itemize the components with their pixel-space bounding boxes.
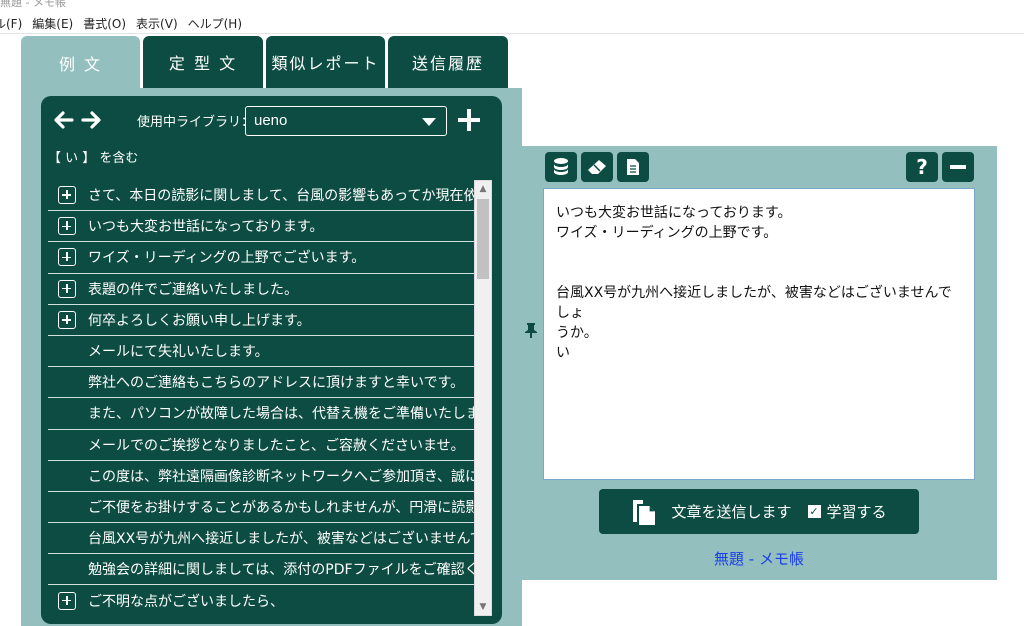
list-item[interactable]: いつも大変お世話になっております。 xyxy=(48,211,474,243)
expand-plus-icon[interactable] xyxy=(58,310,76,329)
list-item[interactable]: メールでのご挨拶となりましたこと、ご容赦くださいませ。 xyxy=(48,430,474,461)
list-item[interactable]: ご不便をお掛けすることがあるかもしれませんが、円滑に読影頂 xyxy=(48,492,474,524)
menu-file[interactable]: ル(F) xyxy=(0,15,22,32)
scroll-down-icon[interactable]: ▼ xyxy=(475,599,491,615)
forward-arrow-icon[interactable] xyxy=(81,109,103,136)
question-icon: ? xyxy=(916,155,928,179)
list-item[interactable]: さて、本日の読影に関しまして、台風の影響もあってか現在依 xyxy=(48,180,474,212)
expand-plus-icon[interactable] xyxy=(58,279,76,298)
list-item[interactable]: また、パソコンが故障した場合は、代替え機をご準備いたします xyxy=(48,398,474,430)
list-item[interactable]: 勉強会の詳細に関しましては、添付のPDFファイルをご確認く xyxy=(48,554,474,586)
menu-help[interactable]: ヘルプ(H) xyxy=(188,15,242,32)
database-icon xyxy=(554,158,568,175)
list-item[interactable]: メールにて失礼いたします。 xyxy=(48,336,474,368)
send-button-label: 文章を送信します xyxy=(671,503,792,521)
list-item[interactable]: ご不明な点がございましたら、 xyxy=(48,585,474,616)
menu-edit[interactable]: 編集(E) xyxy=(32,15,73,32)
scroll-up-icon[interactable]: ▲ xyxy=(475,181,491,197)
message-editor[interactable]: いつも大変お世話になっております。 ワイズ・リーディングの上野です。 台風XX号… xyxy=(543,188,975,480)
list-item[interactable]: 表題の件でご連絡いたしました。 xyxy=(48,274,474,305)
tab-example-sentences[interactable]: 例 文 xyxy=(21,36,140,90)
expand-plus-icon[interactable] xyxy=(58,591,76,610)
document-button[interactable] xyxy=(617,152,649,182)
minimize-button[interactable] xyxy=(942,152,974,182)
help-button[interactable]: ? xyxy=(906,152,938,182)
expand-plus-icon[interactable] xyxy=(58,186,76,205)
document-icon xyxy=(627,159,639,175)
back-arrow-icon[interactable] xyxy=(52,109,74,136)
list-item[interactable]: 台風XX号が九州へ接近しましたが、被害などはございませんで xyxy=(48,523,474,555)
tab-similar-reports[interactable]: 類似レポート xyxy=(266,36,385,88)
phrase-list-scrollbar[interactable]: ▲ ▼ xyxy=(474,180,492,616)
phrase-list: さて、本日の読影に関しまして、台風の影響もあってか現在依 いつも大変お世話になっ… xyxy=(48,180,474,616)
filter-label: 【 い 】 を含む xyxy=(48,151,139,166)
learn-checkbox[interactable]: ✓ xyxy=(807,505,821,518)
learn-label: 学習する xyxy=(826,503,887,521)
chevron-down-icon xyxy=(422,118,436,126)
expand-plus-icon[interactable] xyxy=(58,248,76,267)
list-item[interactable]: ワイズ・リーディングの上野でございます。 xyxy=(48,242,474,274)
library-select[interactable]: ueno xyxy=(245,106,447,136)
expand-plus-icon[interactable] xyxy=(58,217,76,236)
pin-icon[interactable] xyxy=(524,322,538,342)
send-document-icon xyxy=(633,499,656,525)
library-select-value: ueno xyxy=(254,112,288,129)
target-window-link[interactable]: 無題 - メモ帳 xyxy=(521,548,997,569)
database-button[interactable] xyxy=(545,152,577,182)
library-label: 使用中ライブラリ： xyxy=(137,115,255,130)
eraser-icon xyxy=(588,160,606,174)
menu-format[interactable]: 書式(O) xyxy=(83,15,126,32)
list-item[interactable]: 何卒よろしくお願い申し上げます。 xyxy=(48,305,474,336)
notepad-title: 無題 - メモ帳 xyxy=(0,0,66,9)
minus-icon xyxy=(950,165,966,169)
tab-fixed-phrases[interactable]: 定 型 文 xyxy=(143,36,263,88)
send-message-button[interactable]: 文章を送信します ✓ 学習する xyxy=(599,489,919,534)
notepad-menubar: ル(F) 編集(E) 書式(O) 表示(V) ヘルプ(H) xyxy=(0,14,1024,34)
menu-view[interactable]: 表示(V) xyxy=(136,15,178,32)
eraser-button[interactable] xyxy=(581,152,613,182)
add-library-plus-icon[interactable] xyxy=(458,108,480,136)
scroll-thumb[interactable] xyxy=(477,199,489,279)
tab-send-history[interactable]: 送信履歴 xyxy=(388,36,508,88)
list-item[interactable]: 弊社へのご連絡もこちらのアドレスに頂けますと幸いです。 xyxy=(48,367,474,399)
list-item[interactable]: この度は、弊社遠隔画像診断ネットワークへご参加頂き、誠に xyxy=(48,461,474,492)
